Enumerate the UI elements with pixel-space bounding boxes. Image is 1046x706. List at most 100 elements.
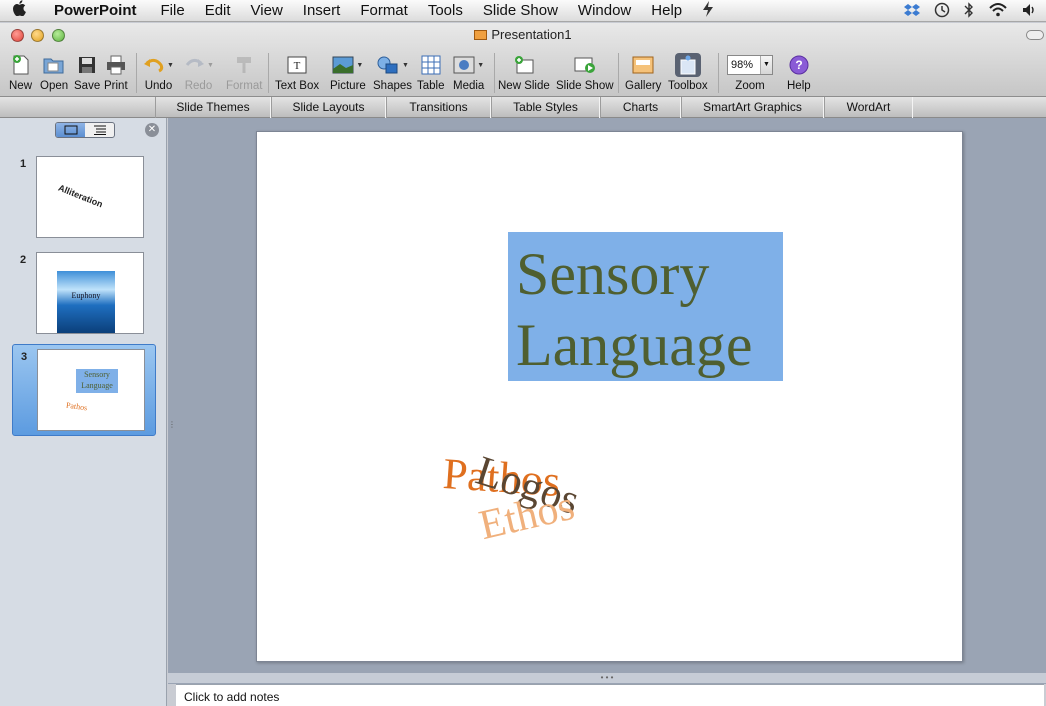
tab-transitions[interactable]: Transitions <box>386 97 491 118</box>
redo-dropdown-icon[interactable]: ▼ <box>207 62 214 69</box>
thumbnail-text: Euphony <box>71 291 101 300</box>
slide-thumbnail-preview: Alliteration <box>36 156 144 238</box>
slide-thumbnail-1[interactable]: 1 Alliteration <box>12 154 156 242</box>
toolbar-separator <box>718 53 719 93</box>
pane-splitter[interactable]: ⋮ <box>168 420 176 429</box>
slide-show-button[interactable]: Slide Show <box>556 53 614 92</box>
save-button[interactable]: Save <box>74 53 100 92</box>
open-folder-icon <box>42 53 66 77</box>
picture-icon: ▼ <box>332 53 363 77</box>
gallery-icon <box>632 53 654 77</box>
menu-help[interactable]: Help <box>641 2 692 19</box>
bluetooth-icon[interactable] <box>964 1 974 21</box>
gallery-button[interactable]: Gallery <box>625 53 661 92</box>
tab-wordart[interactable]: WordArt <box>824 97 913 118</box>
volume-icon[interactable] <box>1022 3 1038 20</box>
slide-thumbnail-3[interactable]: 3 Sensory Language Pathos <box>12 344 156 436</box>
thumbnail-title-box: Sensory Language <box>76 369 118 393</box>
tab-table-styles[interactable]: Table Styles <box>491 97 600 118</box>
tab-slide-layouts[interactable]: Slide Layouts <box>271 97 386 118</box>
table-grid-icon <box>421 53 441 77</box>
picture-dropdown-icon[interactable]: ▼ <box>356 62 363 69</box>
new-slide-icon <box>513 53 535 77</box>
redo-button[interactable]: ▼ Redo <box>183 53 214 92</box>
new-document-icon <box>11 53 31 77</box>
title-text-box[interactable]: Sensory Language <box>508 232 783 381</box>
menu-edit[interactable]: Edit <box>195 2 241 19</box>
time-machine-icon[interactable] <box>934 2 950 21</box>
print-button[interactable]: Print <box>104 53 128 92</box>
help-button[interactable]: ? Help <box>787 53 811 92</box>
slide-thumbnail-2[interactable]: 2 Euphony <box>12 250 156 338</box>
toolbox-button[interactable]: Toolbox <box>668 53 708 92</box>
toolbar-separator <box>494 53 495 93</box>
format-painter-button[interactable]: Format <box>226 53 262 92</box>
toolbar-separator <box>136 53 137 93</box>
toolbar-toggle-button[interactable] <box>1026 30 1044 40</box>
pane-view-toggle <box>55 122 115 138</box>
toolbar-separator <box>268 53 269 93</box>
tab-slide-themes[interactable]: Slide Themes <box>155 97 271 118</box>
media-button[interactable]: ▼ Media <box>453 53 484 92</box>
window-toolbar: Presentation1 New Open Save Print ▼ Undo… <box>0 23 1046 97</box>
tab-charts[interactable]: Charts <box>600 97 681 118</box>
title-line-2: Language <box>516 312 753 378</box>
menu-slide-show[interactable]: Slide Show <box>473 2 568 19</box>
svg-text:T: T <box>294 60 301 72</box>
script-menu-icon[interactable] <box>692 0 724 21</box>
title-line-1: Sensory <box>516 241 710 307</box>
undo-dropdown-icon[interactable]: ▼ <box>167 62 174 69</box>
undo-button[interactable]: ▼ Undo <box>143 53 174 92</box>
shapes-button[interactable]: ▼ Shapes <box>373 53 412 92</box>
zoom-select[interactable]: 98% ▼ <box>727 55 773 75</box>
slide-thumbnail-preview: Sensory Language Pathos <box>37 349 145 431</box>
redo-icon: ▼ <box>183 53 214 77</box>
table-button[interactable]: Table <box>417 53 445 92</box>
menu-window[interactable]: Window <box>568 2 641 19</box>
dropbox-icon[interactable] <box>904 3 920 20</box>
help-icon: ? <box>789 53 809 77</box>
ribbon-tabs: Slide Themes Slide Layouts Transitions T… <box>0 97 1046 118</box>
slide-canvas[interactable]: Sensory Language Pathos Logos Ethos <box>256 131 963 662</box>
apple-menu-icon[interactable] <box>0 0 40 21</box>
chevron-down-icon[interactable]: ▼ <box>760 56 772 74</box>
toolbox-icon <box>674 53 702 77</box>
text-box-button[interactable]: T Text Box <box>275 53 319 92</box>
undo-icon: ▼ <box>143 53 174 77</box>
shapes-dropdown-icon[interactable]: ▼ <box>402 62 409 69</box>
menu-tools[interactable]: Tools <box>418 2 473 19</box>
menu-bar: PowerPoint File Edit View Insert Format … <box>0 0 1046 22</box>
media-icon: ▼ <box>453 53 484 77</box>
open-button[interactable]: Open <box>40 53 68 92</box>
menu-insert[interactable]: Insert <box>293 2 351 19</box>
shapes-icon: ▼ <box>376 53 409 77</box>
thumbnail-text: Alliteration <box>56 182 105 210</box>
media-dropdown-icon[interactable]: ▼ <box>477 62 484 69</box>
slide-show-icon <box>573 53 597 77</box>
slides-pane: ✕ 1 Alliteration 2 Euphony 3 Sensory Lan… <box>0 118 167 706</box>
wifi-icon[interactable] <box>988 2 1008 20</box>
window-title-text: Presentation1 <box>491 27 572 42</box>
floppy-disk-icon <box>77 53 97 77</box>
menu-file[interactable]: File <box>151 2 195 19</box>
slides-view-button[interactable] <box>56 123 85 137</box>
new-button[interactable]: New <box>9 53 32 92</box>
app-menu[interactable]: PowerPoint <box>40 2 151 19</box>
outline-view-button[interactable] <box>85 123 114 137</box>
window-title: Presentation1 <box>0 27 1046 42</box>
notes-field[interactable]: Click to add notes <box>176 684 1044 706</box>
printer-icon <box>105 53 127 77</box>
picture-button[interactable]: ▼ Picture <box>330 53 366 92</box>
status-icons <box>904 0 1038 22</box>
tab-smartart-graphics[interactable]: SmartArt Graphics <box>681 97 824 118</box>
new-slide-button[interactable]: New Slide <box>498 53 550 92</box>
menu-view[interactable]: View <box>241 2 293 19</box>
notes-splitter[interactable]: • • • <box>168 673 1046 683</box>
close-pane-icon[interactable]: ✕ <box>145 123 159 137</box>
text-box-icon: T <box>286 53 308 77</box>
zoom-control[interactable]: 98% ▼ Zoom <box>727 53 773 92</box>
svg-text:?: ? <box>795 58 802 72</box>
menu-format[interactable]: Format <box>350 2 418 19</box>
ocean-image <box>57 271 115 333</box>
paintbrush-icon <box>233 53 255 77</box>
